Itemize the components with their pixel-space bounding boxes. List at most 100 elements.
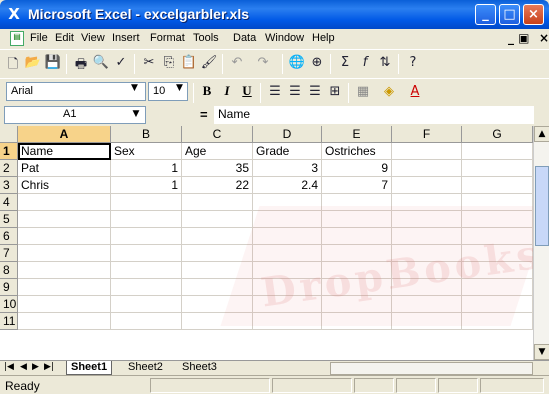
cell-b8[interactable] <box>111 262 182 279</box>
cell-c4[interactable] <box>182 194 253 211</box>
cell-g11[interactable] <box>462 313 533 330</box>
cell-a9[interactable] <box>18 279 111 296</box>
close-button[interactable]: × <box>523 4 544 25</box>
font-select[interactable]: Arial <box>6 82 146 101</box>
scroll-thumb[interactable] <box>535 166 549 246</box>
title-bar[interactable]: X Microsoft Excel - excelgarbler.xls _ □… <box>0 0 549 29</box>
cell-d8[interactable] <box>253 262 322 279</box>
cell-c5[interactable] <box>182 211 253 228</box>
cell-d10[interactable] <box>253 296 322 313</box>
vertical-scrollbar[interactable]: ▲ ▼ <box>533 126 549 360</box>
paste-icon[interactable]: 📋 <box>180 55 198 73</box>
cell-e8[interactable] <box>322 262 392 279</box>
prev-sheet-icon[interactable]: ◀ <box>20 362 27 372</box>
cell-f9[interactable] <box>392 279 462 296</box>
cell-b6[interactable] <box>111 228 182 245</box>
cell-f2[interactable] <box>392 160 462 177</box>
cell-a7[interactable] <box>18 245 111 262</box>
cell-a11[interactable] <box>18 313 111 330</box>
cell-c9[interactable] <box>182 279 253 296</box>
merge-center-icon[interactable]: ⊞ <box>326 84 344 102</box>
cell-g5[interactable] <box>462 211 533 228</box>
cell-c2[interactable]: 35 <box>182 160 253 177</box>
formula-input[interactable]: Name <box>214 106 534 124</box>
menu-edit[interactable]: Edit <box>55 32 74 44</box>
cell-g7[interactable] <box>462 245 533 262</box>
row-header-6[interactable]: 6 <box>0 228 18 245</box>
underline-button[interactable]: U <box>238 83 256 101</box>
maximize-button[interactable]: □ <box>499 4 520 25</box>
excel-app-icon[interactable]: X <box>6 6 22 22</box>
cell-g10[interactable] <box>462 296 533 313</box>
column-header-e[interactable]: E <box>322 126 392 143</box>
cell-e9[interactable] <box>322 279 392 296</box>
row-header-1[interactable]: 1 <box>0 143 18 160</box>
cell-c11[interactable] <box>182 313 253 330</box>
select-all-corner[interactable] <box>0 126 18 143</box>
row-header-10[interactable]: 10 <box>0 296 18 313</box>
cell-e2[interactable]: 9 <box>322 160 392 177</box>
first-sheet-icon[interactable]: |◀ <box>4 362 14 372</box>
cell-b9[interactable] <box>111 279 182 296</box>
column-header-d[interactable]: D <box>253 126 322 143</box>
print-icon[interactable]: 🖶 <box>72 55 90 73</box>
cell-c6[interactable] <box>182 228 253 245</box>
next-sheet-icon[interactable]: ▶ <box>32 362 39 372</box>
row-header-5[interactable]: 5 <box>0 211 18 228</box>
cell-d5[interactable] <box>253 211 322 228</box>
tab-sheet2[interactable]: Sheet2 <box>124 361 167 375</box>
spelling-icon[interactable]: ✓ <box>112 55 130 73</box>
cell-e4[interactable] <box>322 194 392 211</box>
chevron-down-icon[interactable]: ▼ <box>128 106 144 122</box>
column-header-a[interactable]: A <box>18 126 111 143</box>
row-header-3[interactable]: 3 <box>0 177 18 194</box>
horizontal-scrollbar[interactable] <box>330 362 533 375</box>
cell-b3[interactable]: 1 <box>111 177 182 194</box>
cell-e1[interactable]: Ostriches <box>322 143 392 160</box>
fill-color-icon[interactable]: ◈ <box>380 84 398 102</box>
cell-d1[interactable]: Grade <box>253 143 322 160</box>
undo-icon[interactable]: ↶ <box>228 55 246 73</box>
web-icon[interactable]: ⊕ <box>308 55 326 73</box>
cell-d7[interactable] <box>253 245 322 262</box>
cell-d9[interactable] <box>253 279 322 296</box>
cell-b5[interactable] <box>111 211 182 228</box>
cell-g8[interactable] <box>462 262 533 279</box>
menu-help[interactable]: Help <box>312 32 335 44</box>
column-header-g[interactable]: G <box>462 126 533 143</box>
format-painter-icon[interactable]: 🖌 <box>200 55 218 73</box>
cell-c7[interactable] <box>182 245 253 262</box>
scroll-down-icon[interactable]: ▼ <box>534 344 549 360</box>
cell-g1[interactable] <box>462 143 533 160</box>
cell-g2[interactable] <box>462 160 533 177</box>
cell-g9[interactable] <box>462 279 533 296</box>
name-box[interactable]: A1 <box>4 106 146 124</box>
cell-c1[interactable]: Age <box>182 143 253 160</box>
scroll-up-icon[interactable]: ▲ <box>534 126 549 142</box>
cell-a8[interactable] <box>18 262 111 279</box>
align-left-icon[interactable]: ☰ <box>266 84 284 102</box>
cell-a6[interactable] <box>18 228 111 245</box>
menu-insert[interactable]: Insert <box>112 32 140 44</box>
row-header-7[interactable]: 7 <box>0 245 18 262</box>
bold-button[interactable]: B <box>198 83 216 101</box>
sort-ascending-icon[interactable]: ⇅ <box>376 55 394 73</box>
hyperlink-icon[interactable]: 🌐 <box>288 55 306 73</box>
row-header-2[interactable]: 2 <box>0 160 18 177</box>
help-icon[interactable]: ? <box>404 55 422 73</box>
row-header-11[interactable]: 11 <box>0 313 18 330</box>
cell-f3[interactable] <box>392 177 462 194</box>
menu-tools[interactable]: Tools <box>193 32 219 44</box>
chevron-down-icon[interactable]: ▼ <box>176 83 183 93</box>
cell-a10[interactable] <box>18 296 111 313</box>
menu-data[interactable]: Data <box>233 32 256 44</box>
function-icon[interactable]: f <box>356 55 374 73</box>
cell-a4[interactable] <box>18 194 111 211</box>
cell-f4[interactable] <box>392 194 462 211</box>
doc-close-icon[interactable]: × <box>539 31 549 45</box>
row-header-4[interactable]: 4 <box>0 194 18 211</box>
open-icon[interactable]: 📂 <box>24 55 42 73</box>
cell-a3[interactable]: Chris <box>18 177 111 194</box>
menu-window[interactable]: Window <box>265 32 304 44</box>
row-header-8[interactable]: 8 <box>0 262 18 279</box>
